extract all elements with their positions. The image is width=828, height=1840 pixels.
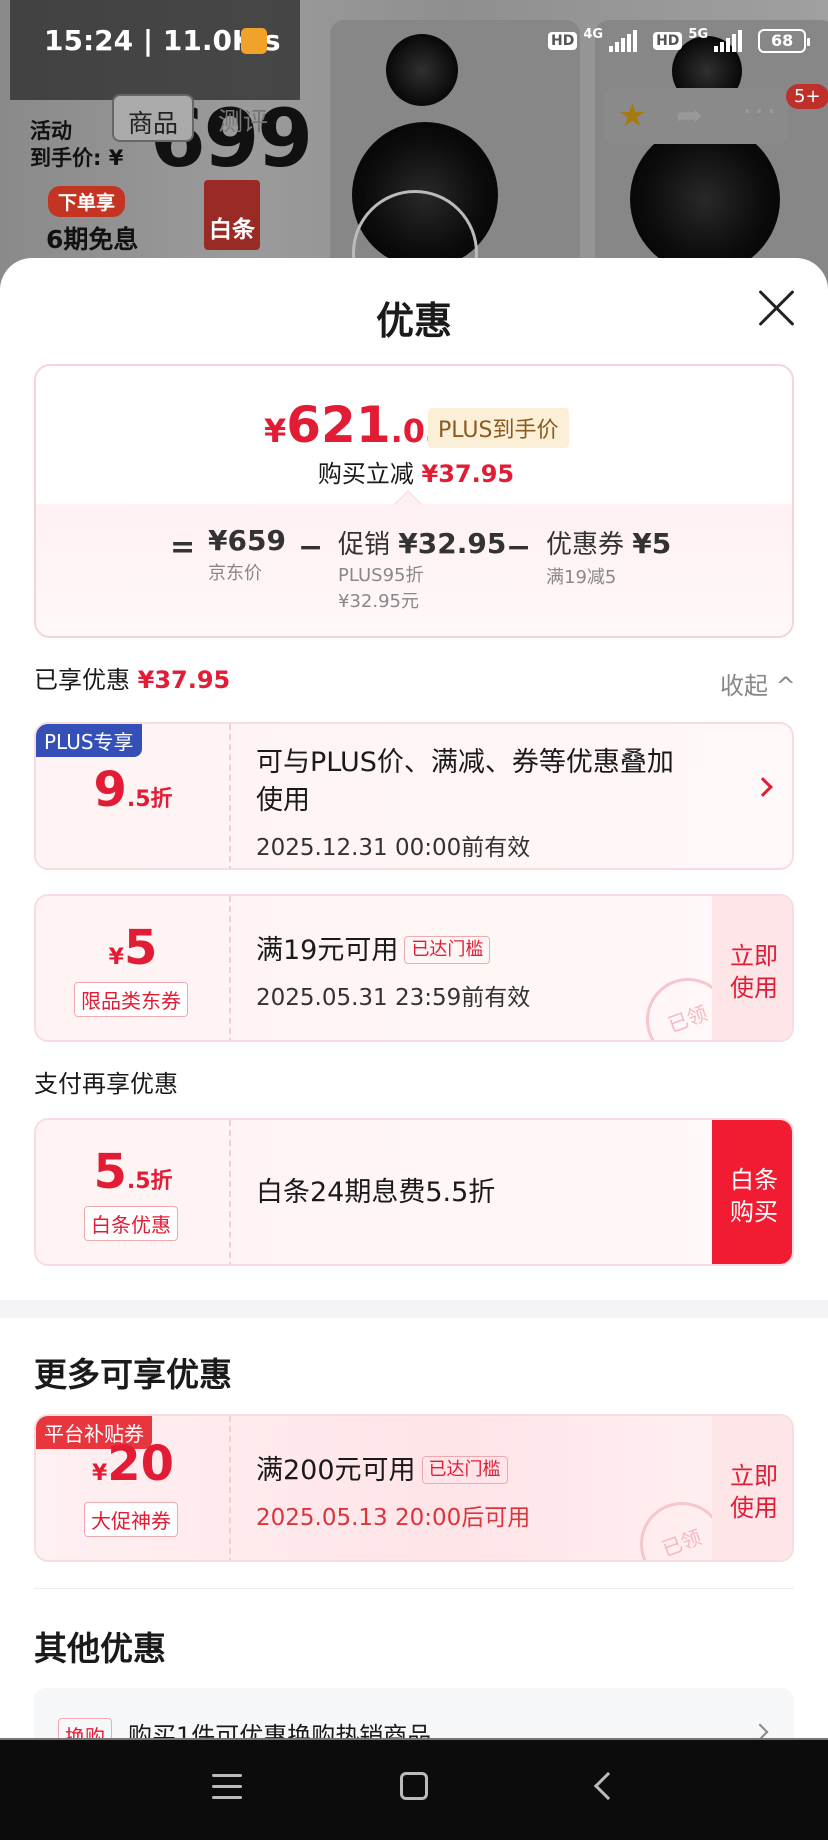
pay-section-title: 支付再享优惠 [34,1070,178,1098]
status-indicators: HD 4G HD 5G 68 [548,26,811,56]
final-price: ¥621.05 [264,396,448,454]
promo-term: 促销 ¥32.95 PLUS95折 ¥32.95元 [338,527,507,612]
backdrop-activity-label: 活动 到手价: ¥ [30,119,124,170]
speaker-woofer [630,124,780,274]
use-now-button[interactable]: 立即 使用 [712,896,792,1040]
more-offers-title: 更多可享优惠 [34,1355,232,1394]
equals-sign: = [170,530,196,565]
coupon-term: 优惠券 ¥5 满19减5 [546,527,672,588]
section-gap [0,1300,828,1318]
platform-coupon-validity: 2025.05.13 20:00后可用 [256,1505,531,1531]
platform-subsidy-card: 平台补贴券 ¥20 大促神券 满200元可用 已达门槛 2025.05.13 20… [34,1414,794,1562]
notification-app-icon [241,28,267,54]
signal-bars-icon [714,30,743,52]
sheet-title: 优惠 [375,299,452,343]
plus-card-description: 可与PLUS价、满减、券等优惠叠加 使用 [256,747,674,816]
minus-sign: − [506,530,532,565]
exchange-offer-text: 购买1件可优惠换购热销商品 [128,1722,432,1738]
backdrop-installment: 6期免息 [46,225,139,254]
platform-coupon-tag: 大促神券 [84,1502,178,1537]
tab-product: 商品 [112,94,195,142]
backdrop-pill: 下单享 [48,186,126,217]
plus-discount-card[interactable]: PLUS专享 9.5折 可与PLUS价、满减、券等优惠叠加 使用 2025.12… [34,722,794,870]
hd-icon: HD [548,32,578,50]
message-count-badge: 5+ [786,84,828,109]
close-icon[interactable] [756,288,796,328]
collapse-toggle[interactable]: 收起 ^ [720,666,796,701]
tab-review: 测评 [218,107,269,136]
plus-discount-value: 9.5折 [93,762,173,818]
minus-sign: − [298,530,324,565]
platform-coupon-amount: ¥20 [91,1436,175,1492]
baitiao-offer-card: 5.5折 白条优惠 白条24期息费5.5折 白条 购买 [34,1118,794,1266]
purchase-reduction: 购买立减 ¥37.95 [317,460,515,488]
exchange-offer-row[interactable]: 换购 购买1件可优惠换购热销商品 [34,1688,794,1738]
baitiao-buy-button[interactable]: 白条 购买 [712,1120,792,1264]
plus-card-validity: 2025.12.31 00:00前有效 [256,835,531,861]
recent-apps-icon[interactable] [212,1774,242,1800]
use-now-button[interactable]: 立即 使用 [712,1416,792,1560]
baitiao-description: 白条24期息费5.5折 [256,1177,496,1208]
hd-icon: HD [653,32,683,50]
divider [34,1588,794,1589]
baitiao-discount-value: 5.5折 [93,1144,173,1200]
favorite-star-icon: ★ [618,96,647,134]
price-summary-card: ¥621.05 PLUS到手价 购买立减 ¥37.95 = ¥659 京东价 −… [34,364,794,638]
plus-exclusive-tag: PLUS专享 [36,724,142,757]
other-offers-title: 其他优惠 [34,1629,166,1668]
baitiao-tag: 白条优惠 [84,1206,178,1241]
signal-bars-icon [609,30,638,52]
platform-coupon-condition: 满200元可用 已达门槛 [256,1452,508,1490]
network-type-label: 5G [688,26,709,42]
home-icon[interactable] [400,1772,428,1800]
exchange-tag: 换购 [58,1718,112,1738]
coupon-validity: 2025.05.31 23:59前有效 [256,985,531,1011]
enjoyed-offers-label: 已享优惠 ¥37.95 [34,666,231,694]
coupon-amount: ¥5 [108,920,158,976]
chevron-right-icon [751,1723,769,1738]
baitiao-logo: 白条 [204,180,260,250]
jd-coupon-card: ¥5 限品类东券 满19元可用 已达门槛 2025.05.31 23:59前有效 … [34,894,794,1042]
coupon-category-tag: 限品类东券 [74,982,188,1017]
chevron-right-icon[interactable] [753,777,773,797]
more-dots-icon: ··· [742,92,779,130]
plus-price-tag: PLUS到手价 [428,408,569,448]
jd-price-term: ¥659 京东价 [208,524,286,584]
network-type-label: 4G [583,26,604,42]
coupon-condition: 满19元可用 已达门槛 [256,932,491,970]
battery-icon: 68 [758,29,811,53]
system-navigation-bar [0,1740,828,1840]
back-icon[interactable] [593,1771,623,1801]
status-bar: 15:24 | 11.0K/s HD 4G HD 5G 68 [0,0,828,80]
share-icon: ➦ [676,96,703,134]
offers-sheet: 优惠 ¥621.05 PLUS到手价 购买立减 ¥37.95 = ¥659 京东… [0,258,828,1738]
